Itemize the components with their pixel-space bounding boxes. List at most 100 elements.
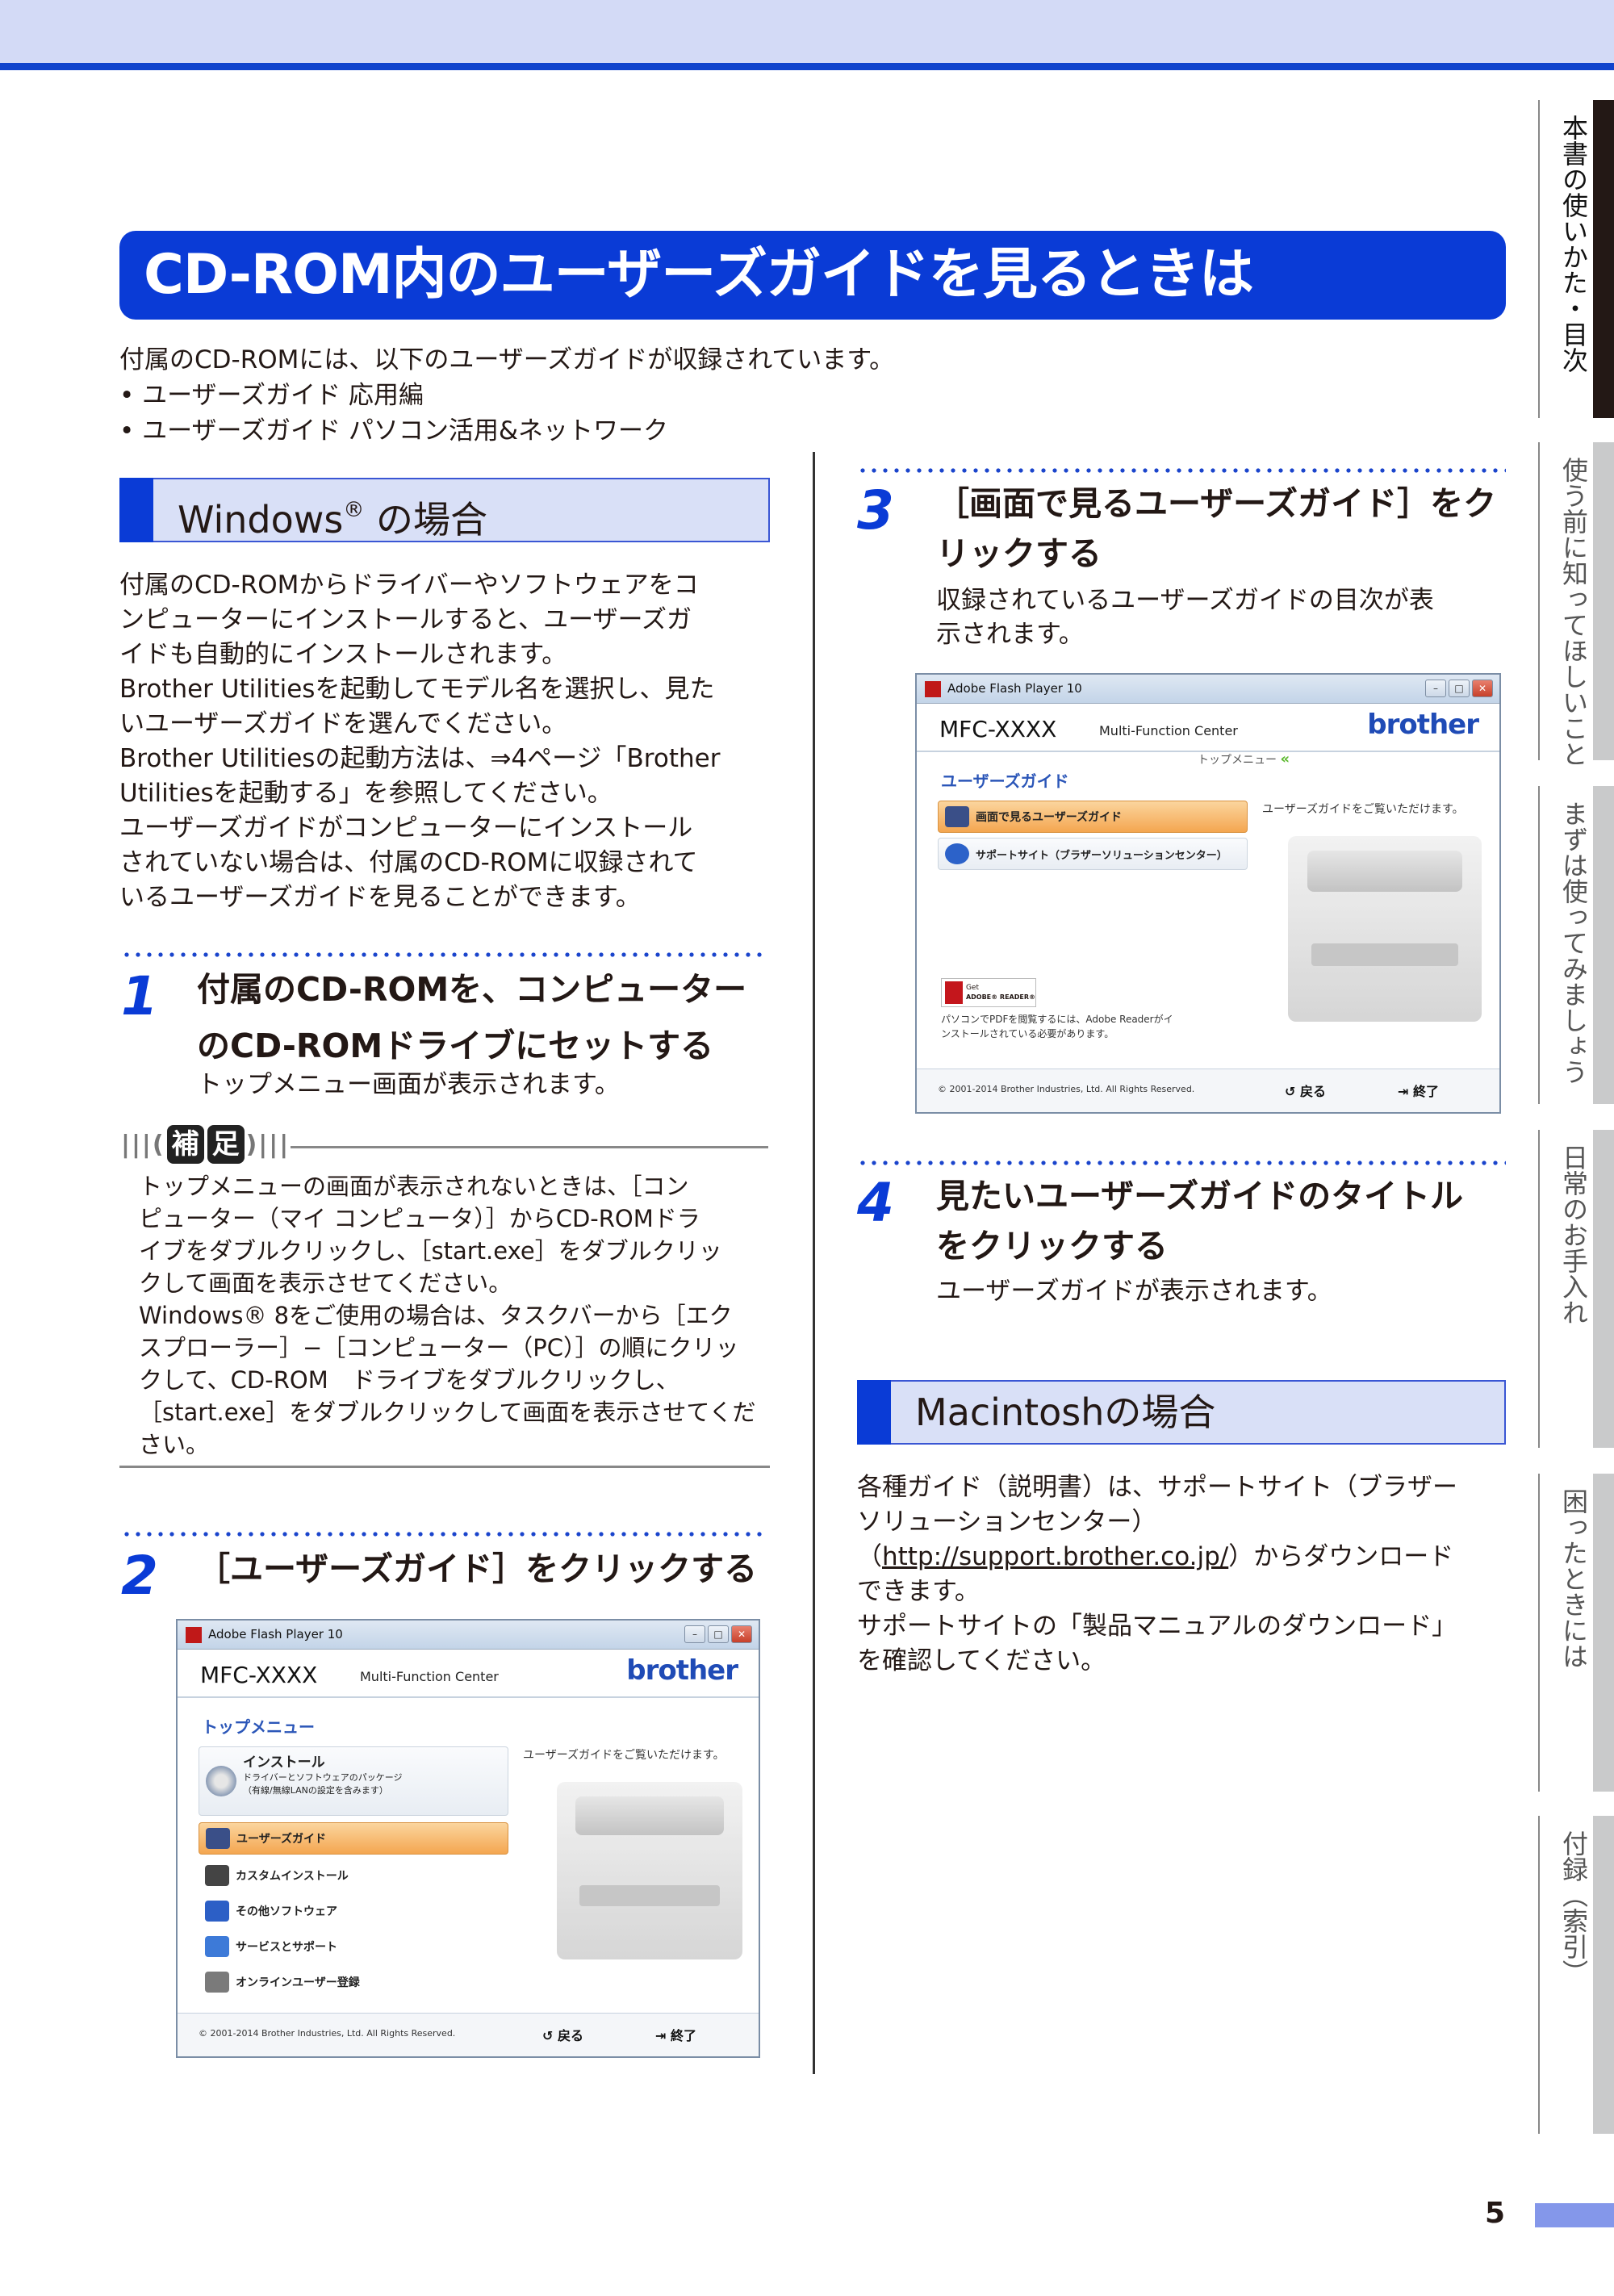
tab-grip — [1593, 1474, 1614, 1792]
step-1-title-1: 付属のCD-ROMを、コンピューター — [197, 970, 747, 1009]
printer-image — [1288, 836, 1482, 1022]
menu-item-custom-install[interactable]: カスタムインストール — [199, 1859, 508, 1892]
window-footer: © 2001-2014 Brother Industries, Ltd. All… — [178, 2013, 759, 2056]
step-3-number: 3 — [857, 479, 894, 542]
menu-item-support[interactable]: サービスとサポート — [199, 1930, 508, 1963]
step-divider — [857, 468, 1506, 473]
menu-item-registration[interactable]: オンラインユーザー登録 — [199, 1966, 508, 1998]
tab-label: 付録（索引） — [1558, 1830, 1589, 1985]
windows-heading-label: Windows — [178, 498, 344, 542]
heading-bar — [857, 1380, 891, 1445]
tab-label: 使う前に知ってほしいこと — [1558, 457, 1589, 767]
item-label: オンラインユーザー登録 — [236, 1976, 360, 1989]
body-line: できます。 — [857, 1577, 980, 1606]
tab-grip — [1593, 1816, 1614, 2134]
exit-button[interactable]: ⇥ 終了 — [655, 2025, 696, 2044]
support-site-link[interactable]: http://support.brother.co.jp/ — [882, 1542, 1228, 1571]
intro-bullet-2: • ユーザーズガイド パソコン活用&ネットワーク — [119, 416, 668, 445]
step-2-title: ［ユーザーズガイド］をクリックする — [197, 1549, 758, 1588]
note-line: ピューター（マイ コンピュータ）］からCD-ROMドラ — [139, 1205, 700, 1232]
breadcrumb[interactable]: トップメニュー « — [1198, 751, 1290, 767]
step-4-number: 4 — [857, 1172, 894, 1234]
maximize-icon[interactable]: □ — [1449, 680, 1470, 697]
note-line: イブをダブルクリックし、［start.exe］をダブルクリッ — [139, 1237, 722, 1265]
install-text: インストール ドライバーとソフトウェアのパッケージ （有線/無線LANの設定を含… — [243, 1750, 403, 1796]
body-line: いるユーザーズガイドを見ることができます。 — [119, 883, 641, 912]
menu-item-other-software[interactable]: その他ソフトウェア — [199, 1895, 508, 1927]
register-icon — [205, 1972, 229, 1993]
body-line: イドも自動的にインストールされます。 — [119, 640, 567, 669]
menu-item-support-site[interactable]: サポートサイト（ブラザーソリューションセンター） — [938, 838, 1248, 870]
hosoku-badge: |||(補足)||| — [121, 1122, 290, 1167]
body-line: 付属のCD-ROMからドライバーやソフトウェアをコ — [119, 571, 699, 600]
step-divider — [857, 1161, 1506, 1165]
body-line: ンピューターにインストールすると、ユーザーズガ — [119, 605, 692, 634]
menu-header: ユーザーズガイド — [941, 772, 1069, 791]
minimize-icon[interactable]: – — [684, 1625, 705, 1643]
intro-bullet-1: • ユーザーズガイド 応用編 — [119, 381, 424, 410]
step-3-title-2: リックする — [936, 534, 1102, 573]
menu-item-onscreen-guide[interactable]: 画面で見るユーザーズガイド — [938, 801, 1248, 833]
get-adobe-reader-badge[interactable]: Get ADOBE® READER® — [941, 978, 1036, 1007]
step-3-body-2: 示されます。 — [936, 620, 1084, 649]
flash-icon — [925, 681, 941, 697]
tab-grip — [1593, 100, 1614, 418]
note-line: トップメニューの画面が表示されないときは、［コン — [139, 1173, 689, 1200]
item-label: その他ソフトウェア — [236, 1905, 337, 1918]
tab-maintenance[interactable]: 日常のお手入れ — [1538, 1130, 1614, 1448]
window-titlebar: Adobe Flash Player 10 – □ ✕ — [178, 1621, 759, 1650]
body-line-with-link: （http://support.brother.co.jp/）からダウンロード — [857, 1540, 1457, 1575]
close-icon[interactable]: ✕ — [731, 1625, 752, 1643]
intro-text: 付属のCD-ROMには、以下のユーザーズガイドが収録されています。 — [119, 345, 895, 374]
tab-appendix-index[interactable]: 付録（索引） — [1538, 1816, 1614, 2134]
body-line: サポートサイトの「製品マニュアルのダウンロード」 — [857, 1612, 1457, 1641]
step-1-number: 1 — [121, 965, 158, 1027]
exit-button[interactable]: ⇥ 終了 — [1398, 1081, 1439, 1100]
tab-how-to-use-toc[interactable]: 本書の使いかた・目次 — [1538, 100, 1614, 418]
app-subtitle: Multi-Function Center — [1099, 723, 1238, 738]
tab-before-use[interactable]: 使う前に知ってほしいこと — [1538, 442, 1614, 767]
mac-section-body: 各種ガイド（説明書）は、サポートサイト（ブラザー ソリューションセンター） （h… — [857, 1470, 1457, 1679]
top-menu-window: Adobe Flash Player 10 – □ ✕ MFC-XXXX Multi… — [176, 1619, 760, 2058]
close-icon[interactable]: ✕ — [1472, 680, 1493, 697]
breadcrumb-label: トップメニュー — [1198, 754, 1277, 767]
tab-try-using[interactable]: まずは使ってみましょう — [1538, 786, 1614, 1104]
paren-open: （ — [857, 1542, 882, 1571]
back-button[interactable]: ↺ 戻る — [542, 2025, 583, 2044]
printer-lid — [575, 1796, 724, 1835]
intro: 付属のCD-ROMには、以下のユーザーズガイドが収録されています。 • ユーザー… — [119, 342, 894, 449]
flash-icon — [186, 1627, 202, 1643]
item-label: 画面で見るユーザーズガイド — [976, 811, 1123, 824]
minimize-icon[interactable]: – — [1425, 680, 1446, 697]
mac-heading-text: Macintoshの場合 — [915, 1391, 1216, 1434]
back-button[interactable]: ↺ 戻る — [1285, 1081, 1326, 1100]
app-subtitle: Multi-Function Center — [360, 1669, 499, 1684]
model-name: MFC-XXXX — [939, 716, 1057, 742]
body-line: Brother Utilitiesの起動方法は、⇒4ページ「Brother — [119, 744, 721, 773]
body-line: 各種ガイド（説明書）は、サポートサイト（ブラザー — [857, 1473, 1457, 1502]
window-title: Adobe Flash Player 10 — [208, 1627, 343, 1641]
book-icon — [206, 1828, 230, 1849]
tab-grip — [1593, 442, 1614, 760]
back-arrow-icon: « — [1280, 751, 1290, 767]
support-site-icon — [945, 843, 969, 864]
header-rule — [178, 1696, 759, 1698]
badge-char-2: 足 — [207, 1125, 245, 1164]
install-sub-2: （有線/無線LANの設定を含みます） — [243, 1785, 388, 1796]
printer-image — [557, 1782, 742, 1959]
step-2-number: 2 — [121, 1545, 158, 1607]
window-title: Adobe Flash Player 10 — [947, 681, 1082, 696]
window-footer: © 2001-2014 Brother Industries, Ltd. All… — [917, 1069, 1499, 1112]
page-title: CD-ROM内のユーザーズガイドを見るときは — [119, 231, 1506, 320]
install-sub-1: ドライバーとソフトウェアのパッケージ — [243, 1772, 403, 1783]
page-number-bar — [1535, 2203, 1614, 2227]
window-controls: – □ ✕ — [684, 1625, 752, 1643]
registered-mark: ® — [343, 498, 365, 522]
install-item[interactable]: インストール ドライバーとソフトウェアのパッケージ （有線/無線LANの設定を含… — [199, 1746, 508, 1816]
hint-text: ユーザーズガイドをご覧いただけます。 — [1262, 803, 1464, 816]
window-titlebar: Adobe Flash Player 10 – □ ✕ — [917, 675, 1499, 704]
tab-troubleshooting[interactable]: 困ったときには — [1538, 1474, 1614, 1792]
step-4-body: ユーザーズガイドが表示されます。 — [936, 1277, 1332, 1306]
maximize-icon[interactable]: □ — [708, 1625, 729, 1643]
menu-item-users-guide[interactable]: ユーザーズガイド — [199, 1822, 508, 1855]
